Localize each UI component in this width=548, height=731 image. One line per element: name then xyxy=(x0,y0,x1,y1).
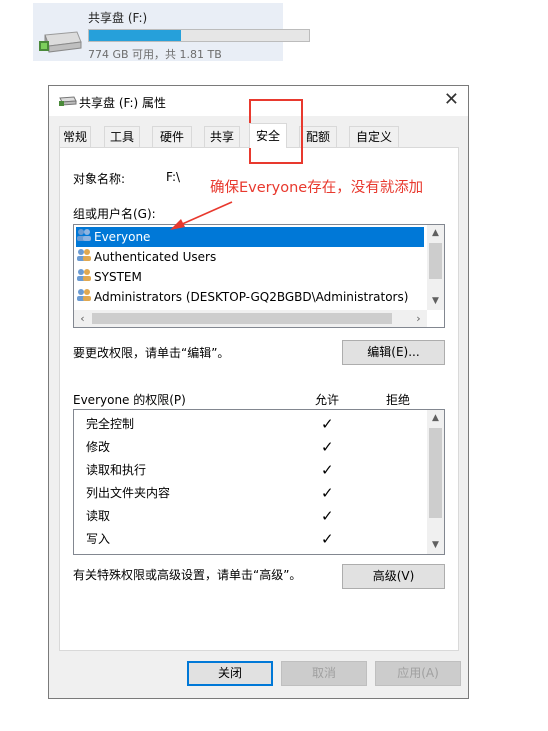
tab-sharing[interactable]: 共享 xyxy=(204,126,240,147)
permission-row: 修改 ✓ xyxy=(86,436,376,459)
permission-row: 完全控制 ✓ xyxy=(86,413,376,436)
groups-label: 组或用户名(G): xyxy=(73,207,156,221)
user-row-authenticated[interactable]: Authenticated Users xyxy=(76,247,216,267)
scroll-up-icon[interactable]: ▲ xyxy=(427,410,444,427)
edit-hint: 要更改权限，请单击“编辑”。 xyxy=(73,346,230,360)
edit-button[interactable]: 编辑(E)... xyxy=(342,340,445,365)
advanced-button[interactable]: 高级(V) xyxy=(342,564,445,589)
dialog-title: 共享盘 (F:) 属性 xyxy=(79,96,167,110)
drive-usage-bar xyxy=(88,29,310,42)
scroll-up-icon[interactable]: ▲ xyxy=(427,225,444,242)
close-button[interactable]: 关闭 xyxy=(187,661,273,686)
permission-row: 读取和执行 ✓ xyxy=(86,459,376,482)
scroll-thumb[interactable] xyxy=(429,428,442,518)
user-group-icon xyxy=(76,248,92,268)
advanced-hint: 有关特殊权限或高级设置，请单击“高级”。 xyxy=(73,568,302,582)
scroll-down-icon[interactable]: ▼ xyxy=(427,293,444,310)
scroll-down-icon[interactable]: ▼ xyxy=(427,537,444,554)
check-icon: ✓ xyxy=(321,461,334,479)
user-group-icon xyxy=(76,288,92,308)
user-group-icon xyxy=(76,228,92,248)
users-vertical-scrollbar[interactable]: ▲ ▼ xyxy=(427,225,444,310)
tab-tools[interactable]: 工具 xyxy=(104,126,140,147)
drive-capacity-info: 774 GB 可用，共 1.81 TB xyxy=(88,48,222,61)
check-icon: ✓ xyxy=(321,415,334,433)
drive-icon xyxy=(39,29,83,56)
tab-security[interactable]: 安全 xyxy=(249,123,287,148)
users-horizontal-scrollbar[interactable]: ‹ › xyxy=(74,310,427,327)
permissions-vertical-scrollbar[interactable]: ▲ ▼ xyxy=(427,410,444,554)
tab-hardware[interactable]: 硬件 xyxy=(152,126,192,147)
apply-button[interactable]: 应用(A) xyxy=(375,661,461,686)
permissions-listbox[interactable]: 完全控制 ✓ 修改 ✓ 读取和执行 ✓ 列出文件夹内容 ✓ 读取 ✓ 写入 ✓ ▲ ▼ xyxy=(73,409,445,555)
annotation-text: 确保Everyone存在，没有就添加 xyxy=(210,180,424,196)
users-listbox[interactable]: Everyone Authenticated Users SYSTEM Admi… xyxy=(73,224,445,328)
drive-name: 共享盘 (F:) xyxy=(88,11,148,25)
scroll-thumb[interactable] xyxy=(92,313,392,324)
drive-small-icon xyxy=(59,95,77,110)
check-icon: ✓ xyxy=(321,438,334,456)
user-row-administrators[interactable]: Administrators (DESKTOP-GQ2BGBD\Administ… xyxy=(76,287,408,307)
check-icon: ✓ xyxy=(321,530,334,548)
object-name-label: 对象名称: xyxy=(73,172,126,186)
scroll-right-icon[interactable]: › xyxy=(410,310,427,327)
tab-customize[interactable]: 自定义 xyxy=(349,126,399,147)
deny-header: 拒绝 xyxy=(386,393,411,407)
tab-general[interactable]: 常规 xyxy=(59,126,91,147)
security-panel: 对象名称: F:\ 组或用户名(G): Everyone Authenticat… xyxy=(59,147,459,651)
close-icon[interactable]: ✕ xyxy=(444,89,459,110)
allow-header: 允许 xyxy=(315,393,340,407)
object-name-value: F:\ xyxy=(166,170,181,184)
permission-row: 读取 ✓ xyxy=(86,505,376,528)
check-icon: ✓ xyxy=(321,484,334,502)
tab-quota[interactable]: 配额 xyxy=(299,126,337,147)
drive-tile[interactable]: 共享盘 (F:) 774 GB 可用，共 1.81 TB xyxy=(33,3,310,61)
user-row-everyone[interactable]: Everyone xyxy=(76,227,424,247)
check-icon: ✓ xyxy=(321,507,334,525)
scroll-left-icon[interactable]: ‹ xyxy=(74,310,91,327)
permissions-label: Everyone 的权限(P) xyxy=(73,393,186,407)
user-group-icon xyxy=(76,268,92,288)
scroll-thumb[interactable] xyxy=(429,243,442,279)
permission-row: 列出文件夹内容 ✓ xyxy=(86,482,376,505)
drive-usage-fill xyxy=(89,30,182,41)
cancel-button[interactable]: 取消 xyxy=(281,661,367,686)
permission-row: 写入 ✓ xyxy=(86,528,376,551)
user-row-system[interactable]: SYSTEM xyxy=(76,267,142,287)
